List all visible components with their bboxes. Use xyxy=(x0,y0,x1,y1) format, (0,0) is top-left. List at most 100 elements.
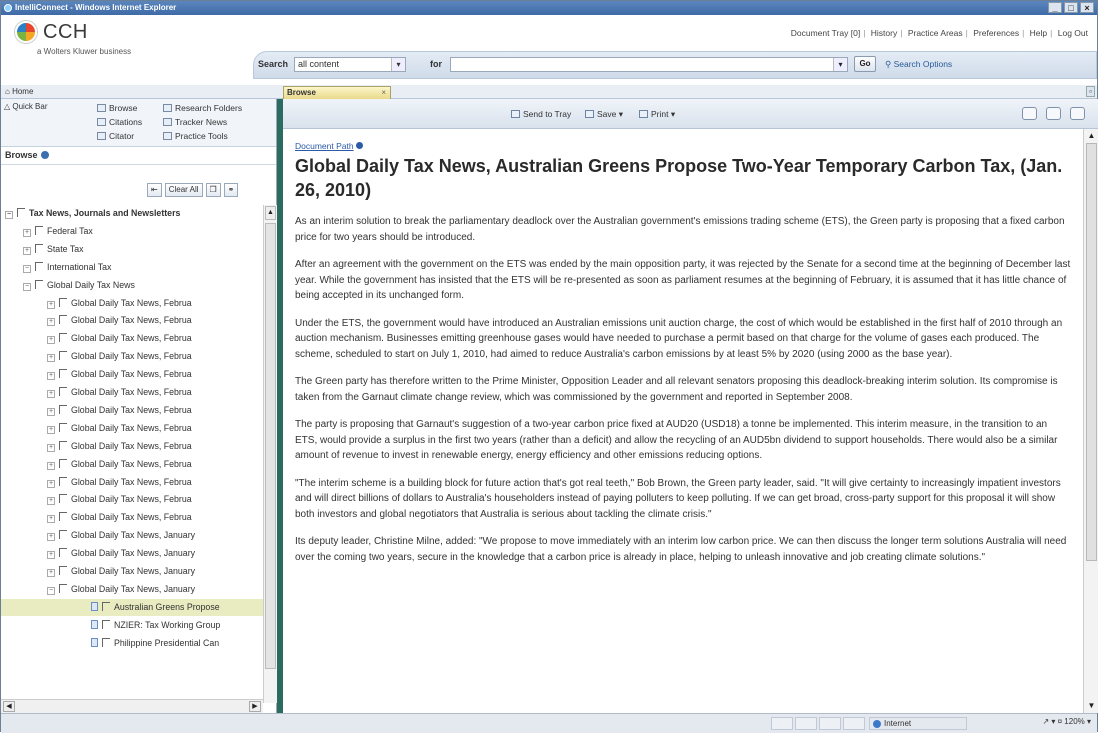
tree-document-item[interactable]: Philippine Presidential Can xyxy=(1,635,263,652)
tree-folder-item[interactable]: + Global Daily Tax News, Februa xyxy=(1,402,263,419)
tree-checkbox[interactable] xyxy=(59,476,67,486)
quick-citations[interactable]: Citations xyxy=(97,117,142,127)
link-preferences[interactable]: Preferences xyxy=(973,28,1019,38)
tree-folder-item[interactable]: + Global Daily Tax News, Februa xyxy=(1,312,263,329)
expand-icon[interactable]: + xyxy=(47,300,55,309)
tree-checkbox[interactable] xyxy=(35,279,43,289)
layout-icon[interactable] xyxy=(1046,107,1061,120)
close-window-button[interactable]: × xyxy=(1080,2,1094,13)
expand-icon[interactable]: + xyxy=(47,569,55,577)
expand-icon[interactable]: + xyxy=(23,246,31,255)
tree-checkbox[interactable] xyxy=(59,458,67,468)
tree-folder-item[interactable]: − Global Daily Tax News xyxy=(1,277,263,294)
document-path-link[interactable]: Document Path xyxy=(295,141,1071,151)
tree-folder-item[interactable]: + Federal Tax xyxy=(1,223,263,240)
save-button[interactable]: Save ▾ xyxy=(585,109,623,120)
expand-icon[interactable]: + xyxy=(47,425,55,434)
home-link[interactable]: ⌂ Home xyxy=(5,87,33,96)
quick-bar-toggle[interactable]: △ Quick Bar xyxy=(4,102,48,111)
link-history[interactable]: History xyxy=(871,28,897,38)
tree-folder-item[interactable]: + Global Daily Tax News, Februa xyxy=(1,456,263,473)
close-document-icon[interactable] xyxy=(1070,107,1085,120)
collapse-icon[interactable]: − xyxy=(47,586,55,595)
tree-checkbox[interactable] xyxy=(17,208,25,217)
scroll-left-icon[interactable]: ◀ xyxy=(3,701,15,712)
collapse-icon[interactable]: − xyxy=(5,211,13,219)
tree-checkbox[interactable] xyxy=(59,583,67,593)
image-view-icon[interactable] xyxy=(1022,107,1037,120)
tree-folder-item[interactable]: + Global Daily Tax News, Februa xyxy=(1,420,263,437)
collapse-icon[interactable]: − xyxy=(23,264,31,273)
tree-folder-item[interactable]: + Global Daily Tax News, Februa xyxy=(1,491,263,508)
search-scope-select[interactable]: all content ▾ xyxy=(294,57,406,72)
go-button[interactable]: Go xyxy=(854,56,876,72)
link-log-out[interactable]: Log Out xyxy=(1058,28,1088,38)
tree-checkbox[interactable] xyxy=(59,440,67,450)
tree-folder-item[interactable]: + State Tax xyxy=(1,241,263,258)
expand-icon[interactable]: + xyxy=(47,497,55,506)
expand-icon[interactable]: + xyxy=(47,515,55,524)
tree-folder-item[interactable]: + Global Daily Tax News, January xyxy=(1,563,263,580)
tree-document-item[interactable]: NZIER: Tax Working Group xyxy=(1,617,263,634)
tree-checkbox[interactable] xyxy=(59,566,67,575)
quick-tracker-news[interactable]: Tracker News xyxy=(163,117,227,127)
tab-close-icon[interactable]: × xyxy=(381,87,386,99)
scroll-down-icon[interactable]: ▼ xyxy=(1086,701,1097,711)
scroll-thumb[interactable] xyxy=(1086,143,1097,561)
tree-checkbox[interactable] xyxy=(59,422,67,432)
tree-checkbox[interactable] xyxy=(102,637,110,647)
scroll-right-icon[interactable]: ▶ xyxy=(249,701,261,712)
tree-checkbox[interactable] xyxy=(35,261,43,271)
tree-checkbox[interactable] xyxy=(59,315,67,325)
tree-checkbox[interactable] xyxy=(59,512,67,522)
tree-horizontal-scrollbar[interactable]: ◀ ▶ xyxy=(1,699,263,713)
quick-practice-tools[interactable]: Practice Tools xyxy=(163,131,228,141)
expand-icon[interactable]: + xyxy=(47,336,55,345)
quick-browse[interactable]: Browse xyxy=(97,103,137,113)
tree-checkbox[interactable] xyxy=(102,619,110,629)
tree-checkbox[interactable] xyxy=(59,387,67,396)
expand-icon[interactable]: + xyxy=(47,372,55,381)
tree-checkbox[interactable] xyxy=(59,333,67,343)
tab-browse[interactable]: Browse × xyxy=(283,86,391,99)
tree-checkbox[interactable] xyxy=(59,494,67,504)
tree-folder-item[interactable]: + Global Daily Tax News, Februa xyxy=(1,438,263,455)
scroll-up-icon[interactable]: ▲ xyxy=(1086,131,1097,141)
panel-toggle-icon[interactable]: ▫ xyxy=(1086,86,1095,97)
maximize-button[interactable]: □ xyxy=(1064,2,1078,13)
tree-folder-item[interactable]: + Global Daily Tax News, Februa xyxy=(1,509,263,526)
tree-folder-item[interactable]: + Global Daily Tax News, Februa xyxy=(1,366,263,383)
clear-all-button[interactable]: Clear All xyxy=(164,183,203,197)
tree-checkbox[interactable] xyxy=(35,225,43,235)
chevron-down-icon[interactable]: ▾ xyxy=(833,58,847,71)
tree-folder-item[interactable]: − Tax News, Journals and Newsletters xyxy=(1,205,263,222)
tree-checkbox[interactable] xyxy=(59,351,67,361)
expand-icon[interactable]: + xyxy=(47,390,55,398)
tree-scrollbar[interactable]: ▲ xyxy=(263,205,277,703)
expand-icon[interactable]: + xyxy=(47,551,55,560)
quick-citator[interactable]: Citator xyxy=(97,131,134,141)
chevron-down-icon[interactable]: ▾ xyxy=(391,58,405,71)
tree-folder-item[interactable]: + Global Daily Tax News, January xyxy=(1,527,263,544)
zoom-control[interactable]: ↗ ▾ ¤ 120% ▾ xyxy=(1042,717,1091,726)
document-scrollbar[interactable]: ▲ ▼ xyxy=(1083,129,1098,713)
expand-icon[interactable]: + xyxy=(47,354,55,363)
tree-checkbox[interactable] xyxy=(59,530,67,540)
expand-icon[interactable]: + xyxy=(47,407,55,416)
tree-checkbox[interactable] xyxy=(59,404,67,414)
collapse-icon[interactable]: − xyxy=(23,282,31,291)
link-help[interactable]: Help xyxy=(1030,28,1047,38)
tree-checkbox[interactable] xyxy=(59,369,67,379)
link-icon[interactable]: ⚭ xyxy=(223,183,239,197)
tree-checkbox[interactable] xyxy=(59,297,67,307)
tree-folder-item[interactable]: + Global Daily Tax News, Februa xyxy=(1,474,263,491)
link-document-tray[interactable]: Document Tray [0] xyxy=(791,28,860,38)
tree-checkbox[interactable] xyxy=(102,601,110,611)
tree-checkbox[interactable] xyxy=(35,243,43,253)
search-options-link[interactable]: ⚲ Search Options xyxy=(885,59,952,70)
search-input[interactable]: ▾ xyxy=(450,57,848,72)
tree-folder-item[interactable]: − Global Daily Tax News, January xyxy=(1,581,263,598)
tree-folder-item[interactable]: + Global Daily Tax News, Februa xyxy=(1,384,263,401)
collapse-icon[interactable]: ⇤ xyxy=(147,183,162,197)
print-button[interactable]: Print ▾ xyxy=(639,109,675,120)
